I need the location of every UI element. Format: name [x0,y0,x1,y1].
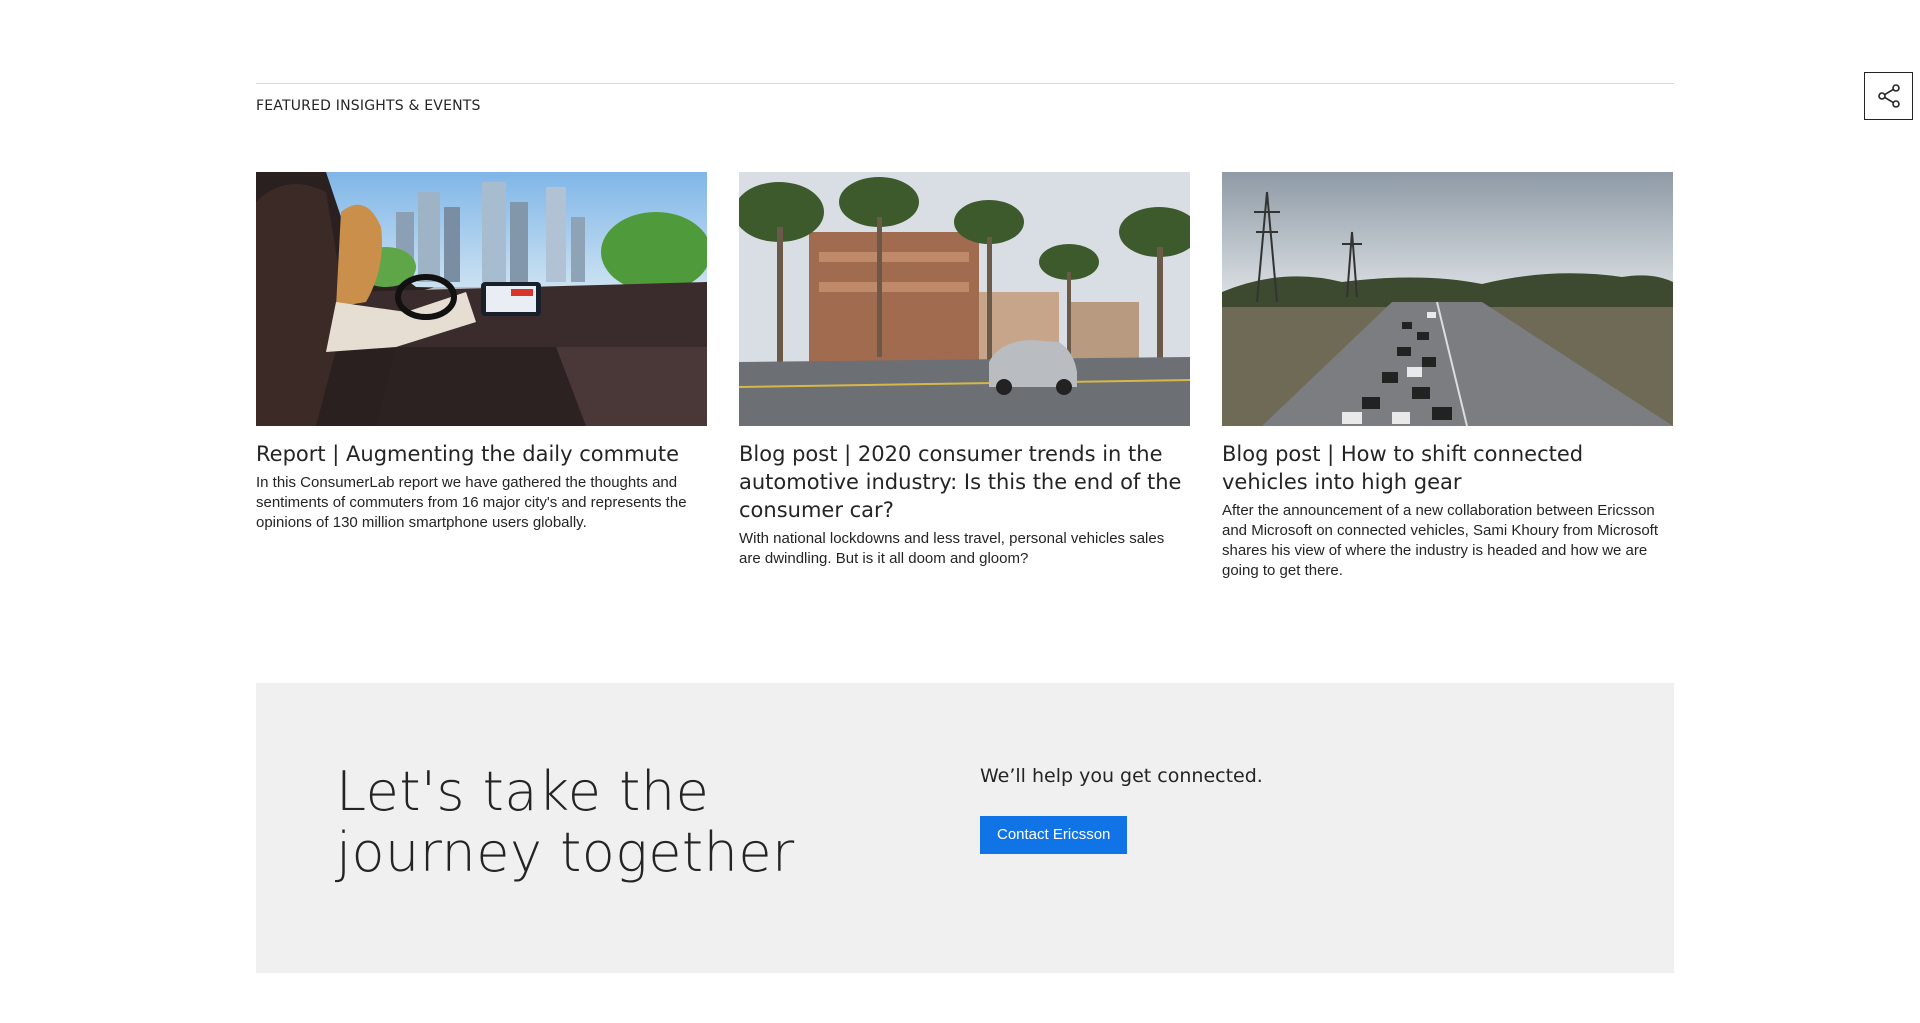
card-description: After the announcement of a new collabor… [1222,502,1659,579]
card-description: With national lockdowns and less travel,… [739,530,1165,567]
page: FEATURED INSIGHTS & EVENTS Report | Augm… [0,0,1920,1023]
card-list: Report | Augmenting the daily commute In… [256,172,1674,581]
card-connected-vehicles[interactable]: Blog post | How to shift connected vehic… [1222,172,1673,581]
share-icon [1877,84,1900,108]
card-title[interactable]: Blog post | 2020 consumer trends in the … [739,440,1190,524]
share-button[interactable] [1864,72,1913,120]
card-title[interactable]: Blog post | How to shift connected vehic… [1222,440,1673,496]
card-description: In this ConsumerLab report we have gathe… [256,474,687,531]
card-image-car-interior [256,172,707,426]
card-title[interactable]: Report | Augmenting the daily commute [256,440,707,468]
card-image-street-palms [739,172,1190,426]
featured-section: FEATURED INSIGHTS & EVENTS Report | Augm… [256,83,1674,579]
card-commute[interactable]: Report | Augmenting the daily commute In… [256,172,707,581]
section-label: FEATURED INSIGHTS & EVENTS [256,98,481,114]
cta-subtitle: We’ll help you get connected. [980,765,1263,787]
cta-section: Let's take the journey together We’ll he… [256,683,1674,973]
card-image-highway [1222,172,1673,426]
contact-ericsson-button[interactable]: Contact Ericsson [980,816,1128,854]
card-consumer-trends[interactable]: Blog post | 2020 consumer trends in the … [739,172,1190,581]
cta-heading: Let's take the journey together [336,760,795,884]
